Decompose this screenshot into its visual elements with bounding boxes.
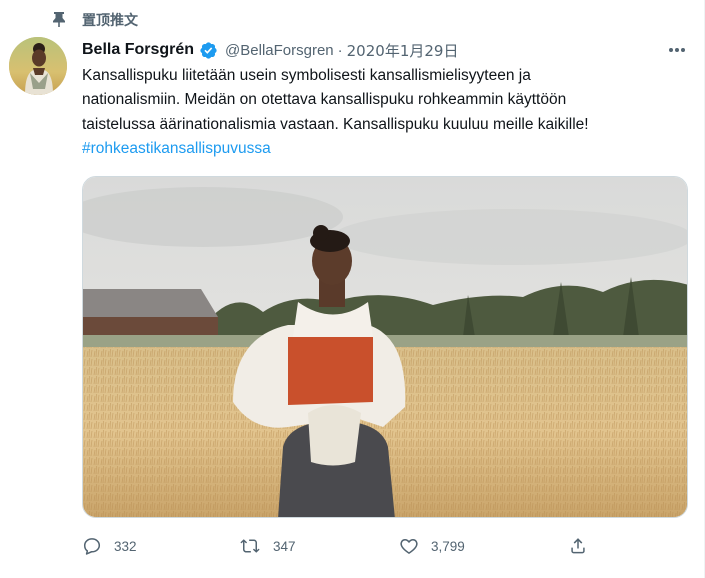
tweet-text-line: nationalismiin. Meidän on otettava kansa… <box>82 91 567 109</box>
reply-button[interactable]: 332 <box>82 532 137 560</box>
pinned-label: 置顶推文 <box>82 13 138 29</box>
verified-badge-icon <box>199 41 218 60</box>
share-button[interactable] <box>568 532 588 560</box>
like-count: 3,799 <box>431 538 465 554</box>
retweet-button[interactable]: 347 <box>239 532 296 560</box>
tweet-text-line: taistelussa äärinationalismia vastaan. K… <box>82 115 589 133</box>
tweet-actions: 332 347 3,799 <box>82 532 682 560</box>
retweet-icon <box>239 536 261 556</box>
pinned-indicator: 置顶推文 <box>52 9 138 29</box>
reply-count: 332 <box>114 538 137 554</box>
retweet-count: 347 <box>273 538 296 554</box>
pin-icon <box>52 11 66 27</box>
header-separator: · <box>337 41 343 59</box>
tweet-date[interactable]: 2020年1月29日 <box>347 40 459 61</box>
hashtag-link[interactable]: #rohkeastikansallispuvussa <box>82 137 682 161</box>
display-name[interactable]: Bella Forsgrén <box>82 41 194 59</box>
tweet-photo[interactable] <box>82 176 688 518</box>
more-options-icon <box>668 40 686 58</box>
reply-icon <box>82 536 102 556</box>
more-options-button[interactable] <box>665 38 689 60</box>
heart-icon <box>399 536 419 556</box>
like-button[interactable]: 3,799 <box>399 532 465 560</box>
tweet-text-line: Kansallispuku liitetään usein symbolises… <box>82 67 531 84</box>
avatar[interactable] <box>9 37 67 95</box>
tweet-header: Bella Forsgrén @BellaForsgren · 2020年1月2… <box>82 38 458 62</box>
tweet-text: Kansallispuku liitetään usein symbolises… <box>82 64 682 161</box>
share-icon <box>568 536 588 556</box>
user-handle[interactable]: @BellaForsgren <box>225 42 334 59</box>
